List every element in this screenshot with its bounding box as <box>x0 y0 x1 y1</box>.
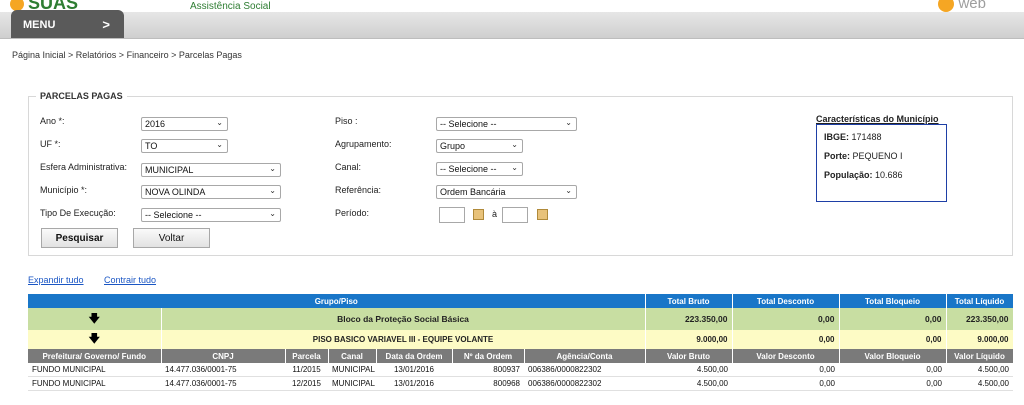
bloco-row[interactable]: 🡇 Bloco da Proteção Social Básica 223.35… <box>28 308 1014 330</box>
chevron-down-icon: ⌄ <box>216 118 223 127</box>
col-prefeitura: Prefeitura/ Governo/ Fundo <box>28 349 162 363</box>
canal-label: Canal: <box>335 162 362 172</box>
chevron-down-icon: ⌄ <box>511 140 518 149</box>
header-total-desconto: Total Desconto <box>732 294 840 308</box>
ibge-line: IBGE: 171488 <box>824 132 882 142</box>
chevron-down-icon: ⌄ <box>269 164 276 173</box>
municipio-select[interactable]: NOVA OLINDA ⌄ <box>141 185 281 199</box>
tipo-execucao-select[interactable]: -- Selecione -- ⌄ <box>141 208 281 222</box>
calendar-icon[interactable] <box>537 209 548 220</box>
piso-label: Piso : <box>335 116 358 126</box>
municipio-label: Município *: <box>40 185 88 195</box>
bloco-total-liquido: 223.350,00 <box>946 308 1014 330</box>
bloco-total-desconto: 0,00 <box>732 308 840 330</box>
bloco-total-bruto: 223.350,00 <box>645 308 733 330</box>
table-row: FUNDO MUNICIPAL 14.477.036/0001-75 12/20… <box>28 376 1013 391</box>
ano-select[interactable]: 2016 ⌄ <box>141 117 228 131</box>
calendar-icon[interactable] <box>473 209 484 220</box>
table-header: Grupo/Piso Total Bruto Total Desconto To… <box>28 294 1014 308</box>
header-total-liquido: Total Líquido <box>946 294 1014 308</box>
chevron-down-icon: ⌄ <box>216 140 223 149</box>
col-valor-bruto: Valor Bruto <box>645 349 733 363</box>
menu-label: MENU <box>23 19 56 31</box>
web-logo-icon <box>938 0 955 13</box>
periodo-inicio-input[interactable] <box>439 207 465 223</box>
col-valor-desconto: Valor Desconto <box>732 349 840 363</box>
table-row: FUNDO MUNICIPAL 14.477.036/0001-75 11/20… <box>28 363 1013 377</box>
referencia-select[interactable]: Ordem Bancária ⌄ <box>436 185 577 199</box>
header-total-bloqueio: Total Bloqueio <box>839 294 947 308</box>
chevron-down-icon: ⌄ <box>565 118 572 127</box>
piso-total-bloqueio: 0,00 <box>839 330 947 349</box>
menu-bar <box>0 12 1024 39</box>
piso-name: PISO BASICO VARIAVEL III - EQUIPE VOLANT… <box>161 330 646 349</box>
col-numero-ordem: Nº da Ordem <box>452 349 525 363</box>
header-grupo-piso: Grupo/Piso <box>28 294 646 308</box>
col-canal: Canal <box>328 349 377 363</box>
menu-button[interactable]: MENU > <box>11 10 124 38</box>
contrair-tudo-link[interactable]: Contrair tudo <box>104 275 156 285</box>
chevron-down-icon: ⌄ <box>511 163 518 172</box>
populacao-line: População: 10.686 <box>824 170 903 180</box>
voltar-button[interactable]: Voltar <box>133 228 210 248</box>
col-valor-liquido: Valor Líquido <box>946 349 1014 363</box>
porte-line: Porte: PEQUENO I <box>824 151 903 161</box>
piso-toggle-arrow-icon[interactable]: 🡇 <box>28 330 162 349</box>
piso-row[interactable]: 🡇 PISO BASICO VARIAVEL III - EQUIPE VOLA… <box>28 330 1014 349</box>
parcelas-table: Grupo/Piso Total Bruto Total Desconto To… <box>28 294 1014 391</box>
detail-header: Prefeitura/ Governo/ Fundo CNPJ Parcela … <box>28 349 1014 363</box>
municipio-info-title: Características do Município <box>816 114 939 124</box>
periodo-fim-input[interactable] <box>502 207 528 223</box>
col-valor-bloqueio: Valor Bloqueio <box>839 349 947 363</box>
web-logo: web <box>938 0 986 13</box>
piso-select[interactable]: -- Selecione -- ⌄ <box>436 117 577 131</box>
top-header <box>0 0 1024 12</box>
panel-title: PARCELAS PAGAS <box>36 91 127 101</box>
piso-total-liquido: 9.000,00 <box>946 330 1014 349</box>
bloco-name: Bloco da Proteção Social Básica <box>161 308 646 330</box>
tipo-execucao-label: Tipo De Execução: <box>40 208 116 218</box>
piso-total-bruto: 9.000,00 <box>645 330 733 349</box>
header-total-bruto: Total Bruto <box>645 294 733 308</box>
breadcrumb: Página Inicial > Relatórios > Financeiro… <box>12 50 242 60</box>
esfera-select[interactable]: MUNICIPAL ⌄ <box>141 163 281 177</box>
agrupamento-select[interactable]: Grupo ⌄ <box>436 139 523 153</box>
chevron-down-icon: ⌄ <box>565 186 572 195</box>
pesquisar-button[interactable]: Pesquisar <box>41 228 118 248</box>
agrupamento-label: Agrupamento: <box>335 139 392 149</box>
col-cnpj: CNPJ <box>161 349 286 363</box>
piso-total-desconto: 0,00 <box>732 330 840 349</box>
uf-label: UF *: <box>40 139 61 149</box>
ano-label: Ano *: <box>40 116 65 126</box>
col-data-ordem: Data da Ordem <box>376 349 453 363</box>
chevron-right-icon: > <box>102 17 110 32</box>
periodo-separator: à <box>492 209 498 219</box>
chevron-down-icon: ⌄ <box>269 209 276 218</box>
bloco-toggle-arrow-icon[interactable]: 🡇 <box>28 308 162 330</box>
esfera-label: Esfera Administrativa: <box>40 162 128 172</box>
chevron-down-icon: ⌄ <box>269 186 276 195</box>
col-parcela: Parcela <box>285 349 329 363</box>
uf-select[interactable]: TO ⌄ <box>141 139 228 153</box>
expandir-tudo-link[interactable]: Expandir tudo <box>28 275 84 285</box>
brand-subtitle: Assistência Social <box>190 1 271 12</box>
referencia-label: Referência: <box>335 185 382 195</box>
canal-select[interactable]: -- Selecione -- ⌄ <box>436 162 523 176</box>
periodo-label: Período: <box>335 208 370 218</box>
col-agencia-conta: Agência/Conta <box>524 349 646 363</box>
bloco-total-bloqueio: 0,00 <box>839 308 947 330</box>
